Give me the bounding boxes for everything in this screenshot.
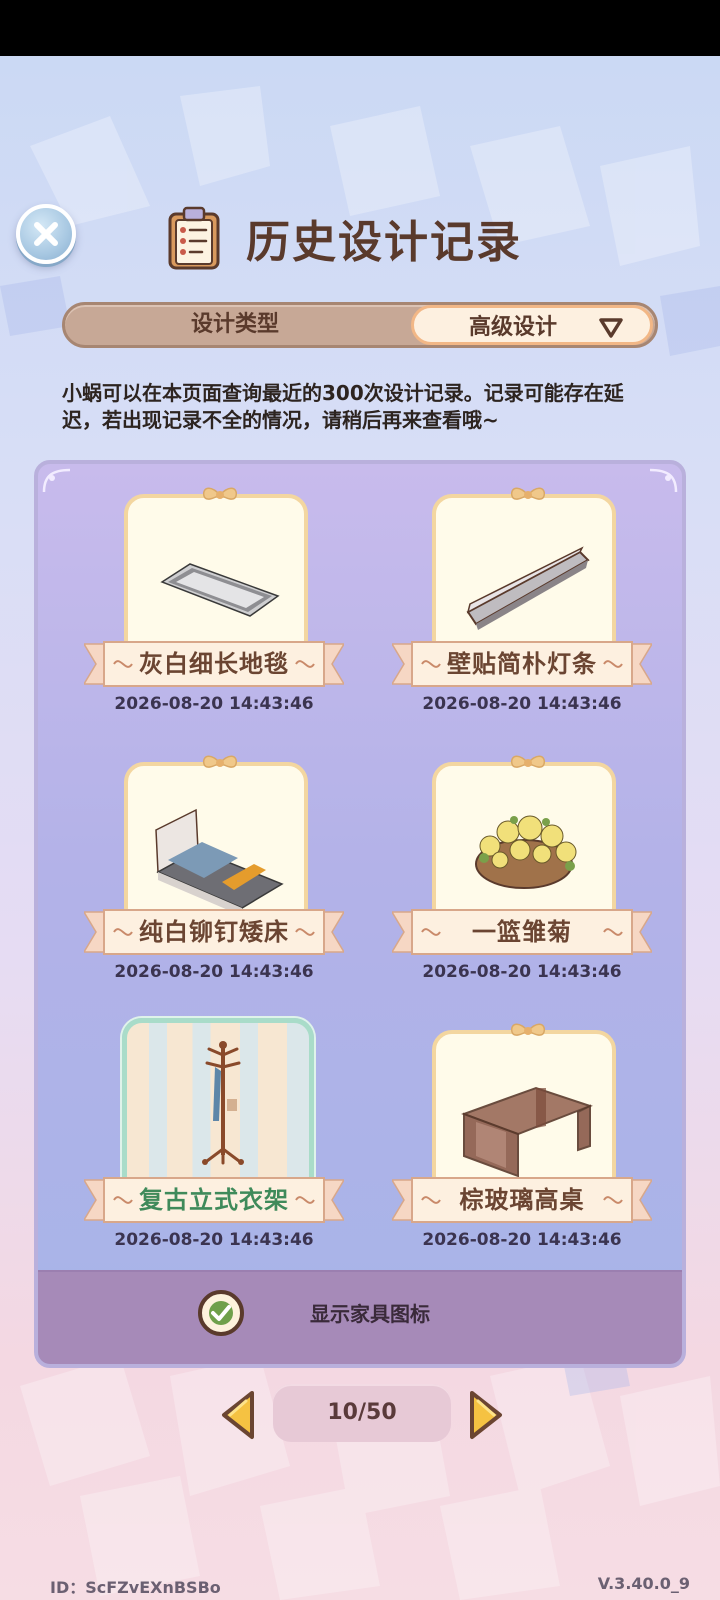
item-card bbox=[432, 1023, 616, 1196]
coat-rack-image bbox=[202, 1041, 244, 1165]
record-item[interactable]: 壁贴简朴灯条 2026-08-20 14:43:46 bbox=[392, 474, 652, 714]
record-item[interactable]: 一篮雏菊 2026-08-20 14:43:46 bbox=[392, 742, 652, 982]
show-icon-checkbox[interactable] bbox=[198, 1290, 244, 1336]
design-type-dropdown[interactable]: 高级设计 bbox=[411, 305, 653, 345]
item-name: 复古立式衣架 bbox=[139, 1186, 289, 1214]
arrow-right-icon[interactable] bbox=[466, 1389, 506, 1441]
page-header: 历史设计记录 bbox=[166, 206, 522, 270]
clipboard-icon bbox=[168, 206, 220, 270]
item-date: 2026-08-20 14:43:46 bbox=[114, 1230, 314, 1250]
corner-ornament-icon bbox=[42, 468, 71, 493]
item-name: 壁贴简朴灯条 bbox=[447, 650, 597, 678]
item-date: 2026-08-20 14:43:46 bbox=[114, 962, 314, 982]
item-card bbox=[122, 1018, 314, 1198]
notice-text: 小蜗可以在本页面查询最近的300次设计记录。记录可能存在延迟，若出现记录不全的情… bbox=[62, 381, 624, 432]
record-item[interactable]: 灰白细长地毯 2026-08-20 14:43:46 bbox=[84, 474, 344, 714]
light-strip-image bbox=[466, 546, 590, 630]
glass-table-image bbox=[461, 1086, 593, 1178]
bow-icon bbox=[510, 755, 546, 768]
item-card bbox=[124, 755, 308, 928]
arrow-left-icon[interactable] bbox=[218, 1389, 258, 1441]
item-card bbox=[432, 487, 616, 660]
item-card bbox=[432, 755, 616, 928]
item-card bbox=[124, 487, 308, 660]
item-name: 纯白铆钉矮床 bbox=[139, 918, 289, 946]
bow-icon bbox=[510, 1023, 546, 1036]
design-type-label: 设计类型 bbox=[190, 312, 279, 337]
item-date: 2026-08-20 14:43:46 bbox=[422, 694, 622, 714]
item-name: 灰白细长地毯 bbox=[139, 650, 289, 678]
close-button[interactable] bbox=[16, 204, 76, 264]
status-bar bbox=[0, 0, 720, 56]
design-type-filter: 设计类型 高级设计 bbox=[62, 302, 658, 348]
item-date: 2026-08-20 14:43:46 bbox=[422, 962, 622, 982]
app-version: V.3.40.0_9 bbox=[597, 1574, 690, 1593]
record-item[interactable]: 纯白铆钉矮床 2026-08-20 14:43:46 bbox=[84, 742, 344, 982]
item-date: 2026-08-20 14:43:46 bbox=[422, 1230, 622, 1250]
show-icon-toggle-bar: 显示家具图标 bbox=[38, 1270, 682, 1364]
show-icon-label: 显示家具图标 bbox=[310, 1302, 430, 1326]
rug-image bbox=[160, 563, 280, 617]
records-panel: 灰白细长地毯 2026-08-20 14:43:46 壁贴简朴灯条 2026-0… bbox=[34, 460, 686, 1368]
close-icon bbox=[34, 222, 58, 246]
bed-image bbox=[155, 808, 284, 916]
design-type-value: 高级设计 bbox=[468, 315, 557, 340]
bow-icon bbox=[202, 487, 238, 500]
daisy-basket-image bbox=[475, 815, 577, 889]
check-icon bbox=[209, 1301, 233, 1325]
item-name: 棕玻璃高桌 bbox=[459, 1186, 585, 1214]
bow-icon bbox=[510, 487, 546, 500]
triangle-down-icon bbox=[599, 318, 623, 338]
item-date: 2026-08-20 14:43:46 bbox=[114, 694, 314, 714]
user-id: ID：ScFZvEXnBSBo bbox=[50, 1578, 221, 1597]
record-item[interactable]: 棕玻璃高桌 2026-08-20 14:43:46 bbox=[392, 1010, 652, 1250]
item-name: 一篮雏菊 bbox=[472, 918, 572, 946]
record-item-selected[interactable]: 复古立式衣架 2026-08-20 14:43:46 bbox=[84, 1010, 344, 1250]
page-indicator: 10/50 bbox=[273, 1384, 451, 1442]
page-title: 历史设计记录 bbox=[246, 217, 522, 268]
bow-icon bbox=[202, 755, 238, 768]
